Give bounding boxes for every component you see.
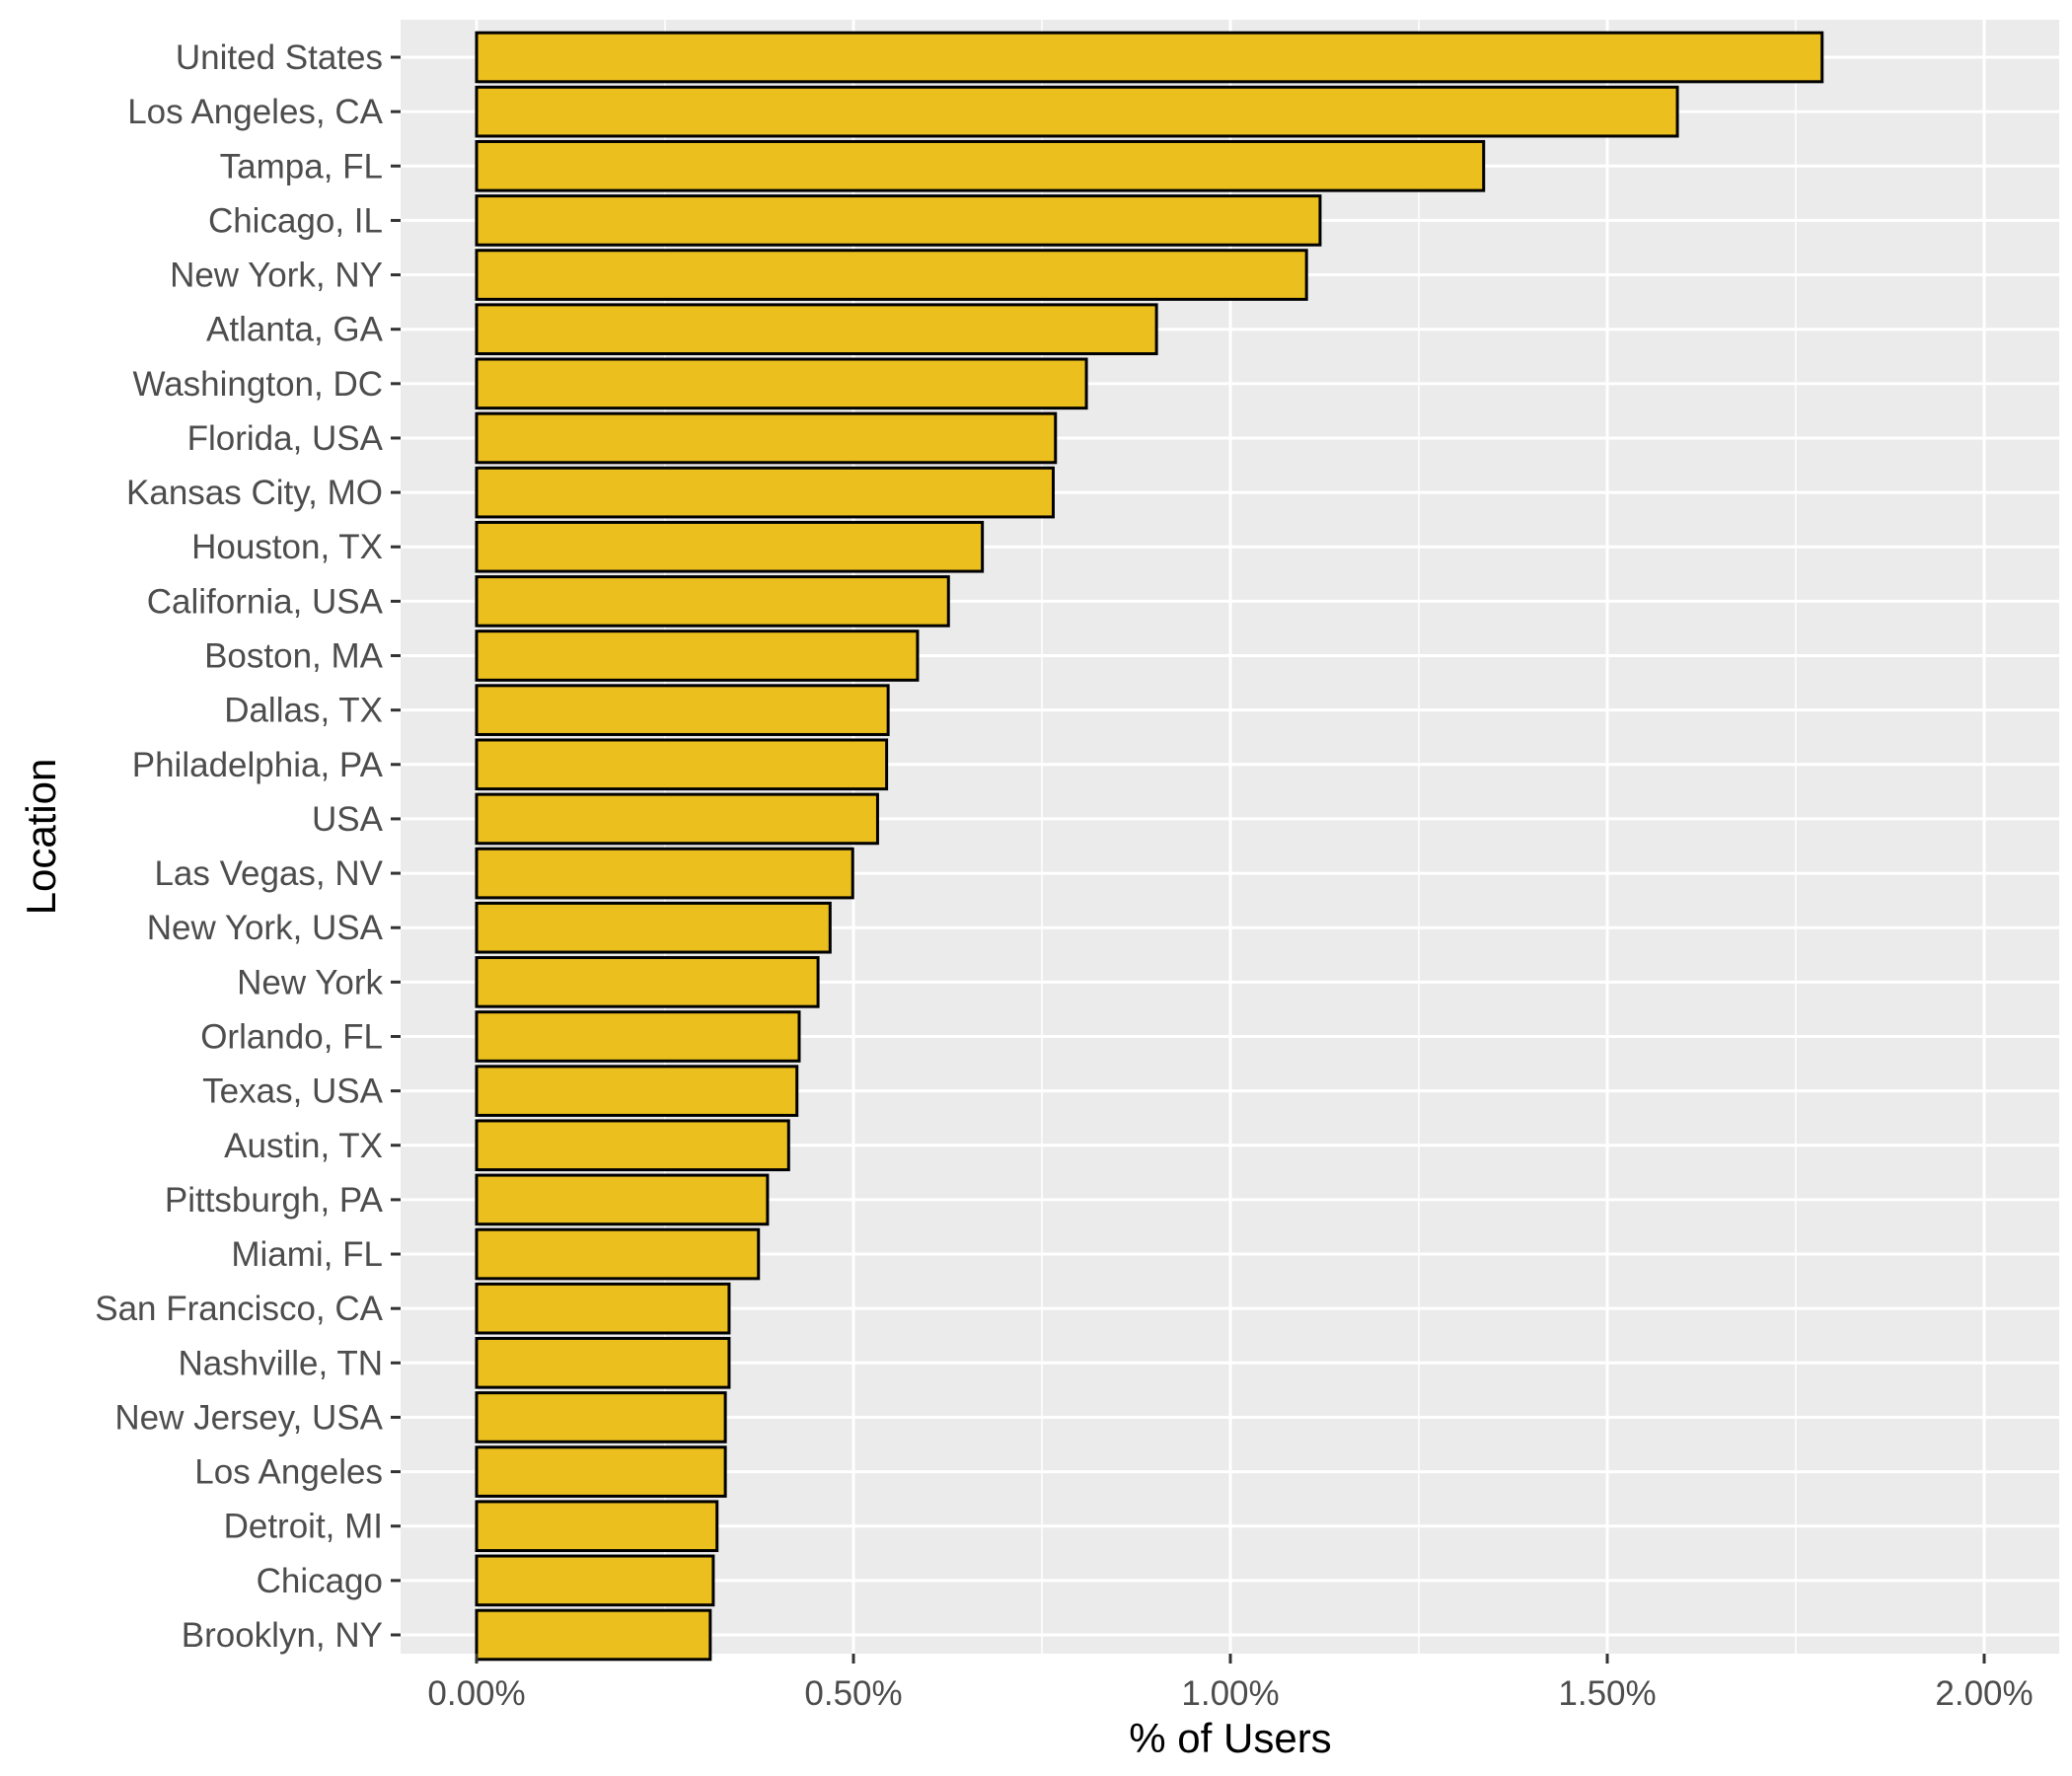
bar-chart: United States Los Angeles, CA Tampa, FL Chi… [18,20,2059,1761]
y-tick-label: Texas, USA [202,1073,383,1111]
y-tick-label: Nashville, TN [179,1344,383,1382]
bar [475,303,1158,356]
bar [475,85,1679,138]
y-tick-label: Brooklyn, NY [182,1616,383,1655]
bar [475,194,1322,247]
y-tick-label: San Francisco, CA [95,1290,383,1328]
bar [475,1445,727,1498]
y-tick-label: New York, USA [147,909,384,947]
y-tick-label: New York [237,963,383,1001]
y-tick-label: Philadelphia, PA [132,746,384,784]
y-tick-label: Detroit, MI [224,1508,383,1546]
bar [475,1554,715,1607]
y-tick-label: Florida, USA [187,419,384,458]
y-tick-label: New York, NY [170,257,383,295]
bar [475,575,950,628]
bar [475,1173,770,1226]
x-axis: 0.00% 0.50% 1.00% 1.50% 2.00% [427,1654,2034,1713]
y-tick-label: Chicago, IL [208,201,383,240]
bar [475,1227,761,1281]
bar [475,738,889,791]
bar [475,1282,731,1335]
y-tick-label: Houston, TX [191,528,383,566]
x-tick-label: 1.00% [1181,1674,1279,1713]
bar [475,792,879,846]
y-tick-label: Pittsburgh, PA [165,1181,384,1220]
bar [475,1010,801,1063]
x-tick-label: 0.00% [427,1674,525,1713]
y-tick-label: Los Angeles [194,1453,383,1492]
x-tick-label: 1.50% [1558,1674,1656,1713]
bar [475,1119,790,1172]
bar [475,901,832,954]
y-tick-label: Austin, TX [224,1127,383,1165]
y-tick-label: Tampa, FL [220,147,383,185]
y-tick-label: Las Vegas, NV [154,854,383,893]
bar [475,847,854,900]
bar [475,139,1486,192]
y-axis: United States Los Angeles, CA Tampa, FL Chi… [95,38,401,1655]
bar [475,466,1055,519]
y-tick-label: USA [312,800,384,839]
bar [475,1336,731,1389]
y-tick-label: Dallas, TX [224,692,383,730]
bar [475,1391,727,1443]
y-tick-label: Chicago [257,1562,383,1600]
bar [475,520,985,573]
bar [475,1065,799,1117]
y-tick-label: Miami, FL [231,1235,383,1274]
y-tick-label: California, USA [147,582,384,621]
x-tick-label: 0.50% [804,1674,902,1713]
bar [475,1608,712,1662]
y-tick-label: Washington, DC [132,365,383,404]
bar [475,1500,719,1553]
bar [475,249,1308,301]
bar [475,357,1088,410]
y-tick-label: New Jersey, USA [114,1398,383,1437]
y-tick-label: Los Angeles, CA [127,93,383,131]
y-tick-label: Atlanta, GA [206,311,384,349]
bar [475,956,820,1008]
y-tick-label: United States [176,38,383,77]
y-tick-label: Kansas City, MO [126,474,383,512]
y-tick-label: Orlando, FL [200,1017,383,1056]
bar [475,629,920,682]
bar [475,411,1058,465]
bar [475,31,1824,84]
y-tick-label: Boston, MA [204,637,384,676]
x-axis-title: % of Users [1129,1715,1331,1761]
bar [475,684,890,736]
x-tick-label: 2.00% [1935,1674,2033,1713]
y-axis-title: Location [18,759,64,916]
